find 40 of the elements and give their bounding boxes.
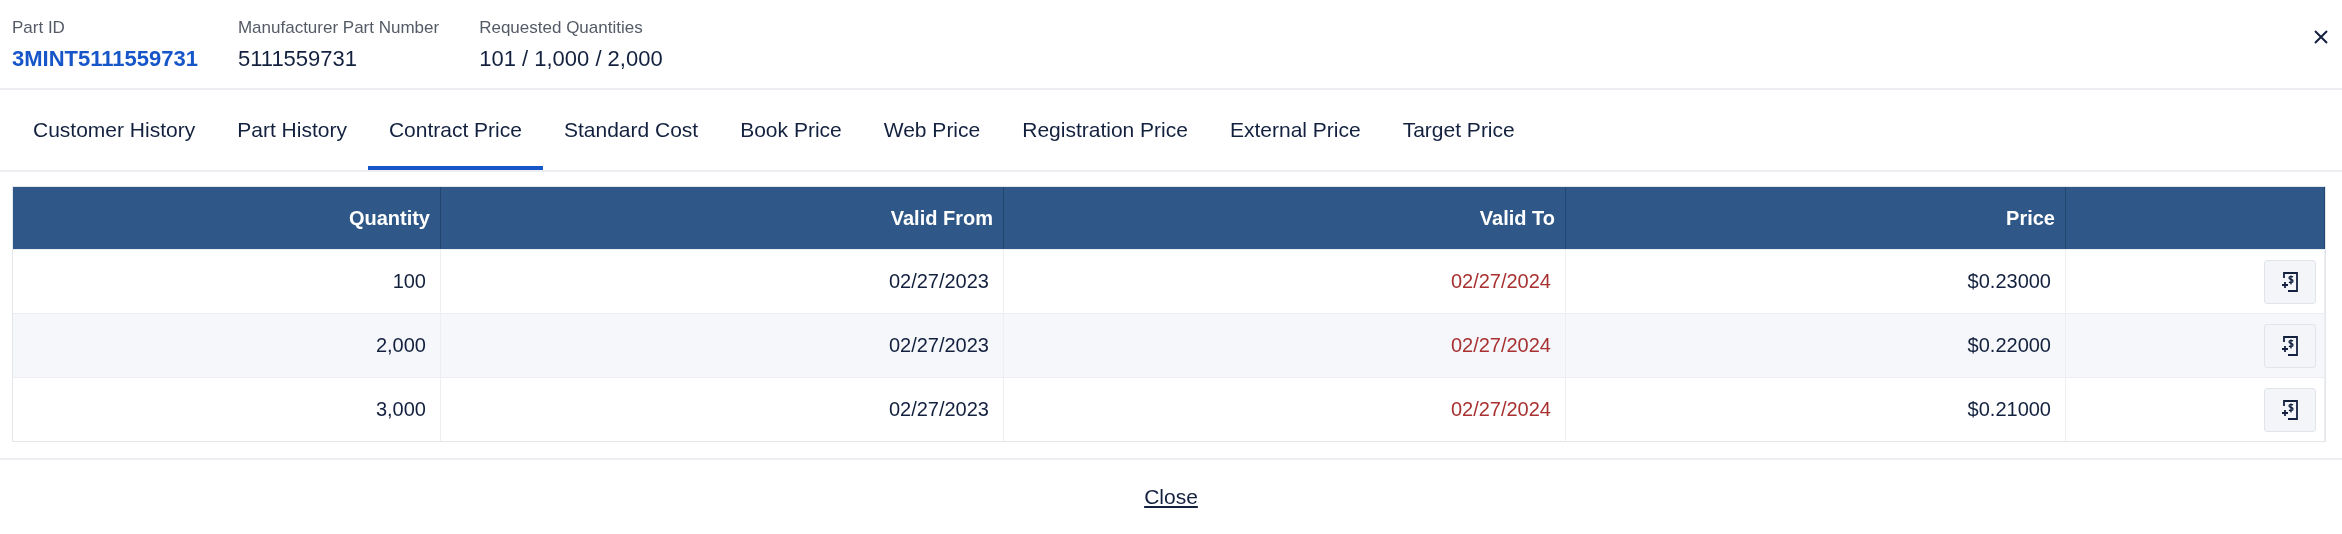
field-value: 101 / 1,000 / 2,000 [479, 46, 663, 72]
table-cell: 100 [13, 249, 441, 313]
table-cell: 02/27/2024 [1004, 313, 1566, 377]
table-cell: 2,000 [13, 313, 441, 377]
add-price-button[interactable] [2264, 323, 2316, 368]
tab[interactable]: External Price [1208, 90, 1382, 170]
tab[interactable]: Registration Price [1001, 90, 1209, 170]
add-price-button[interactable] [2264, 259, 2316, 304]
table-cell: $0.21000 [1566, 377, 2066, 441]
price-tag-icon [2279, 397, 2301, 422]
price-tag-icon [2279, 269, 2301, 294]
part-id-link[interactable]: 3MINT5111559731 [12, 46, 198, 72]
field-label: Requested Quantities [479, 18, 644, 38]
tab[interactable]: Standard Cost [542, 90, 720, 170]
table-cell: 02/27/2023 [441, 249, 1004, 313]
tab[interactable]: Target Price [1381, 90, 1536, 170]
field-label: Part ID [12, 18, 66, 38]
table-cell: 02/27/2023 [441, 313, 1004, 377]
field-value: 5111559731 [237, 46, 359, 72]
add-price-button[interactable] [2264, 387, 2316, 432]
table-cell: 02/27/2024 [1004, 377, 1566, 441]
tab[interactable]: Contract Price [367, 90, 543, 170]
column-header: Quantity [13, 187, 441, 249]
tab[interactable]: Web Price [862, 90, 1002, 170]
close-button[interactable] [2312, 28, 2330, 46]
table-cell: $0.23000 [1566, 249, 2066, 313]
table-cell: 3,000 [13, 377, 441, 441]
close-link[interactable]: Close [1144, 485, 1198, 509]
price-tag-icon [2279, 333, 2301, 358]
column-header: Price [1566, 187, 2066, 249]
table-cell: $0.22000 [1566, 313, 2066, 377]
column-header: Valid To [1004, 187, 1566, 249]
table-cell: 02/27/2023 [441, 377, 1004, 441]
tab[interactable]: Customer History [12, 90, 217, 170]
field-label: Manufacturer Part Number [237, 18, 440, 38]
tab[interactable]: Book Price [719, 90, 863, 170]
table-cell: 02/27/2024 [1004, 249, 1566, 313]
close-icon [2312, 28, 2330, 46]
tab[interactable]: Part History [216, 90, 368, 170]
column-header: Valid From [441, 187, 1004, 249]
